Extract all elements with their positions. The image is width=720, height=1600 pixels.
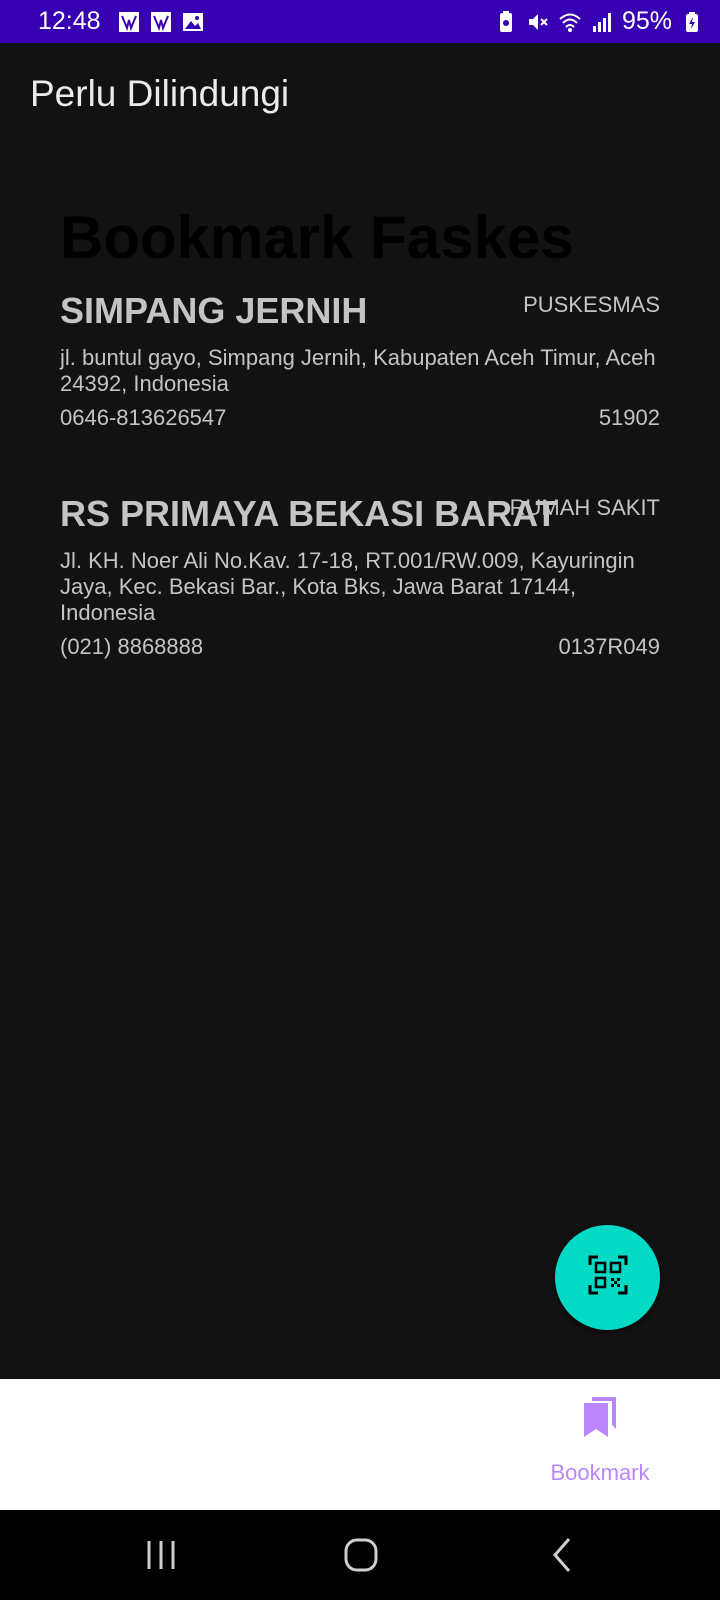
facility-phone: (021) 8868888 <box>60 634 204 659</box>
notification-icon <box>117 10 141 34</box>
back-button[interactable] <box>543 1535 583 1575</box>
home-button[interactable] <box>341 1535 381 1575</box>
signal-icon <box>590 10 614 34</box>
bottom-navigation: Bookmark <box>0 1379 720 1510</box>
bookmark-card[interactable]: SIMPANG JERNIH PUSKESMAS jl. buntul gayo… <box>60 290 660 430</box>
battery-charging-icon <box>680 10 704 34</box>
image-icon <box>181 10 205 34</box>
page-heading: Bookmark Faskes <box>60 204 574 271</box>
facility-name: RS PRIMAYA BEKASI BARAT <box>60 493 558 534</box>
facility-phone: 0646-813626547 <box>60 405 227 430</box>
status-bar: 12:48 95% <box>0 0 720 43</box>
app-bar: Perlu Dilindungi <box>0 43 720 151</box>
bookmark-card[interactable]: RS PRIMAYA BEKASI BARAT RUMAH SAKIT Jl. … <box>60 493 660 663</box>
wifi-icon <box>558 10 582 34</box>
app-title: Perlu Dilindungi <box>30 73 290 114</box>
mute-icon <box>526 10 550 34</box>
back-icon <box>543 1538 583 1579</box>
system-navigation-bar <box>0 1510 720 1600</box>
notification-icon <box>149 10 173 34</box>
status-left: 12:48 <box>38 7 205 36</box>
bookmark-icon <box>580 1395 620 1439</box>
facility-code: 51902 <box>598 405 660 430</box>
status-time: 12:48 <box>38 7 101 35</box>
scan-qr-fab[interactable] <box>555 1225 660 1330</box>
facility-address: jl. buntul gayo, Simpang Jernih, Kabupat… <box>60 345 656 396</box>
status-right: 95% <box>494 7 704 36</box>
battery-percentage: 95% <box>621 7 672 35</box>
nav-item-bookmark[interactable]: Bookmark <box>530 1379 670 1510</box>
facility-name: SIMPANG JERNIH <box>60 290 368 331</box>
recent-apps-button[interactable] <box>141 1535 181 1575</box>
facility-code: 0137R049 <box>558 634 660 659</box>
nav-item-label: Bookmark <box>550 1460 650 1485</box>
battery-saver-icon <box>494 10 518 34</box>
qr-scan-icon <box>588 1255 628 1300</box>
recent-apps-icon <box>141 1541 181 1579</box>
home-icon <box>341 1538 381 1579</box>
facility-address: Jl. KH. Noer Ali No.Kav. 17-18, RT.001/R… <box>60 548 635 625</box>
facility-type: RUMAH SAKIT <box>509 495 660 520</box>
facility-type: PUSKESMAS <box>523 292 660 317</box>
